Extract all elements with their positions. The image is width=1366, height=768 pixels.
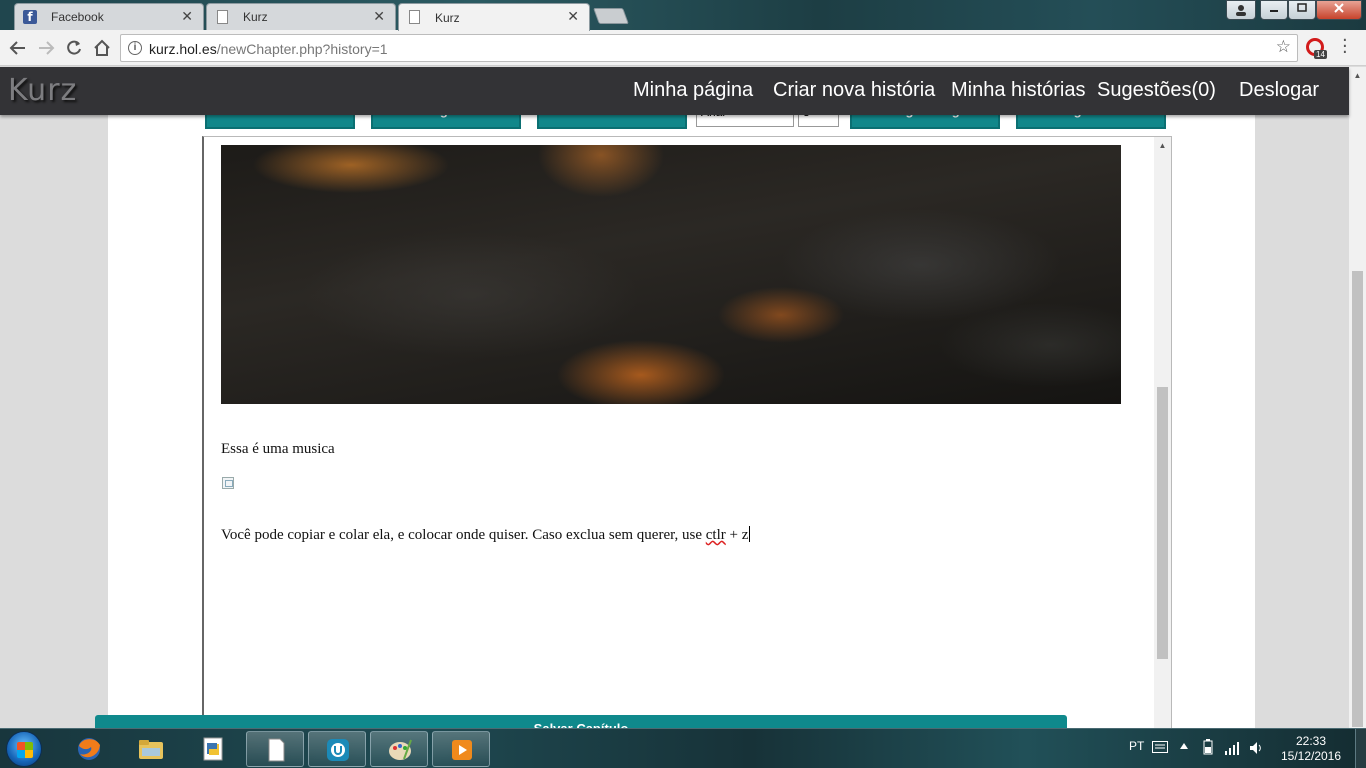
broken-image-icon <box>222 477 234 489</box>
reload-button[interactable] <box>62 36 86 60</box>
browser-tab-strip: f Facebook ✕ Kurz ✕ Kurz ✕ <box>0 0 1366 31</box>
scroll-up-arrow-icon[interactable]: ▲ <box>1154 137 1171 154</box>
close-tab-icon[interactable]: ✕ <box>181 8 193 25</box>
taskbar-python[interactable] <box>184 731 242 767</box>
nav-my-stories[interactable]: Minha histórias <box>951 79 1086 102</box>
media-player-icon <box>452 740 472 760</box>
browser-menu-icon[interactable]: · · · <box>1342 32 1348 62</box>
site-logo[interactable]: Kurz <box>8 73 77 108</box>
tab-title: Kurz <box>243 10 268 24</box>
close-window-button[interactable] <box>1316 0 1362 20</box>
editor-scroll-thumb[interactable] <box>1157 387 1168 659</box>
firefox-icon <box>78 738 100 760</box>
windows-taskbar: PT 22:33 15/12/2016 <box>0 728 1366 768</box>
tab-kurz-1[interactable]: Kurz ✕ <box>206 3 396 30</box>
tab-title: Facebook <box>51 10 104 24</box>
blank-document-icon <box>268 738 285 762</box>
taskbar-media-player[interactable] <box>432 731 490 767</box>
extension-badge: 14 <box>1314 50 1327 59</box>
clock-time: 22:33 <box>1295 734 1327 748</box>
nav-create-story[interactable]: Criar nova história <box>773 79 935 102</box>
udemy-icon <box>327 739 349 761</box>
volume-icon[interactable] <box>1248 740 1264 756</box>
maximize-button[interactable] <box>1288 0 1316 20</box>
page-scroll-thumb[interactable] <box>1352 271 1363 727</box>
facebook-icon: f <box>23 10 37 24</box>
back-button[interactable] <box>6 36 30 60</box>
scroll-up-arrow-icon[interactable]: ▲ <box>1349 67 1366 84</box>
taskbar-firefox[interactable] <box>60 731 118 767</box>
home-button[interactable] <box>90 36 114 60</box>
clock-date: 15/12/2016 <box>1280 749 1342 763</box>
taskbar-explorer[interactable] <box>122 731 180 767</box>
close-tab-icon[interactable]: ✕ <box>567 8 579 25</box>
url-text: kurz.hol.es/newChapter.php?history=1 <box>149 41 388 57</box>
python-icon <box>203 737 223 761</box>
editor-scrollbar[interactable]: ▲ ▼ <box>1154 137 1171 728</box>
address-bar[interactable]: i kurz.hol.es/newChapter.php?history=1 ☆ <box>120 34 1298 62</box>
new-tab-button[interactable] <box>593 8 629 24</box>
nav-my-page[interactable]: Minha página <box>633 79 753 102</box>
text-caret <box>749 526 751 542</box>
browser-toolbar: i kurz.hol.es/newChapter.php?history=1 ☆ <box>0 30 1366 66</box>
nav-logout[interactable]: Deslogar <box>1239 79 1319 102</box>
page-viewport: Itálico Negrito Sublinhado Arial 3 Carre… <box>0 67 1366 728</box>
chapter-editor[interactable]: Essa é uma musica Você pode copiar e col… <box>202 136 1172 728</box>
info-icon[interactable]: i <box>128 41 142 55</box>
nav-suggestions[interactable]: Sugestões(0) <box>1097 79 1216 102</box>
start-button[interactable] <box>6 731 42 767</box>
taskbar-document[interactable] <box>246 731 304 767</box>
minimize-button[interactable] <box>1260 0 1288 20</box>
close-tab-icon[interactable]: ✕ <box>373 8 385 25</box>
user-icon[interactable] <box>1226 0 1256 20</box>
keyboard-icon[interactable] <box>1152 741 1168 753</box>
system-clock[interactable]: 22:33 15/12/2016 <box>1278 734 1344 764</box>
folder-icon <box>139 740 163 759</box>
forward-button[interactable] <box>34 36 58 60</box>
save-chapter-button[interactable]: Salvar Capítulo <box>95 715 1067 728</box>
battery-icon[interactable] <box>1203 739 1213 755</box>
taskbar-udemy[interactable] <box>308 731 366 767</box>
show-desktop-button[interactable] <box>1355 729 1366 768</box>
windows-logo-icon <box>17 742 33 758</box>
paint-palette-icon <box>389 739 412 760</box>
network-signal-icon[interactable] <box>1224 741 1240 755</box>
editor-paragraph: Você pode copiar e colar ela, e colocar … <box>221 526 751 543</box>
tab-kurz-active[interactable]: Kurz ✕ <box>398 3 590 31</box>
inserted-image <box>221 145 1121 404</box>
page-icon <box>217 10 228 24</box>
editor-paragraph: Essa é uma musica <box>221 441 335 457</box>
bookmark-star-icon[interactable]: ☆ <box>1276 37 1291 57</box>
taskbar-paint[interactable] <box>370 731 428 767</box>
tab-facebook[interactable]: f Facebook ✕ <box>14 3 204 30</box>
site-navbar: Kurz Minha página Criar nova história Mi… <box>0 67 1349 115</box>
language-indicator[interactable]: PT <box>1129 739 1144 753</box>
tray-expand-icon[interactable] <box>1180 743 1188 749</box>
page-scrollbar[interactable]: ▲ <box>1349 67 1366 728</box>
page-icon <box>409 10 420 24</box>
tab-title: Kurz <box>435 10 460 25</box>
